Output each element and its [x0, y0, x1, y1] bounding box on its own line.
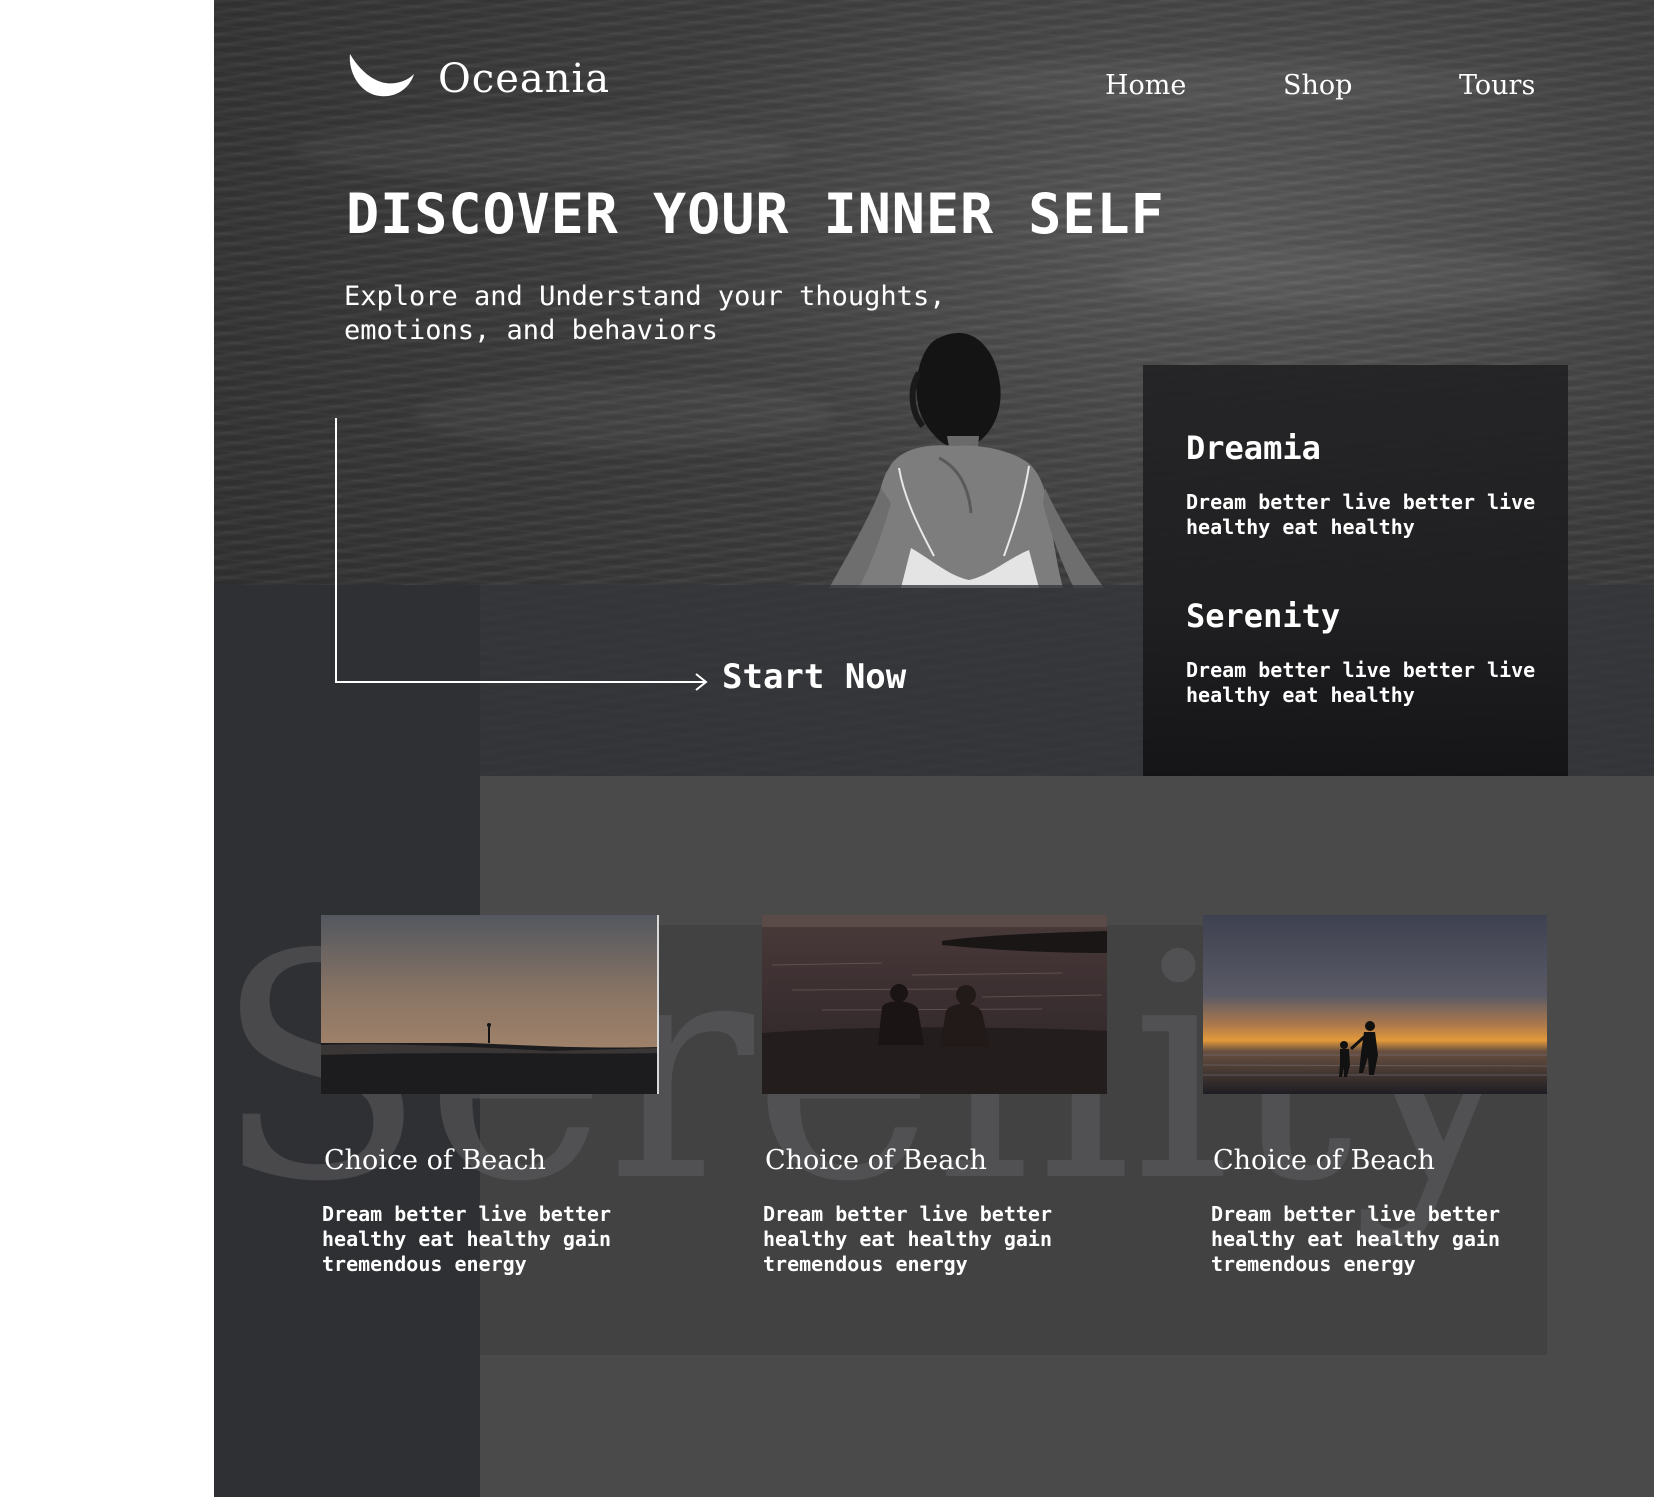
- wave-texture: [1114, 250, 1614, 310]
- nav-tours[interactable]: Tours: [1459, 70, 1535, 101]
- beach-card-image[interactable]: [762, 915, 1107, 1094]
- start-now-button[interactable]: Start Now: [722, 657, 906, 697]
- panel-item-title[interactable]: Dreamia: [1186, 429, 1321, 467]
- card-title[interactable]: Choice of Beach: [324, 1145, 546, 1176]
- beach-card-image[interactable]: [1203, 915, 1547, 1094]
- panel-item-title[interactable]: Serenity: [1186, 597, 1340, 635]
- hero-section: Oceania Home Shop Tours DISCOVER YOUR IN…: [214, 0, 1654, 776]
- beach-card-image[interactable]: [321, 915, 659, 1094]
- start-arrow-icon: [335, 418, 708, 691]
- card-text: Dream better live better healthy eat hea…: [763, 1202, 1052, 1276]
- panel-item-text: Dream better live better live healthy ea…: [1186, 490, 1536, 539]
- nav-shop[interactable]: Shop: [1283, 70, 1352, 101]
- card-text: Dream better live better healthy eat hea…: [1211, 1202, 1500, 1276]
- landing-page: Oceania Home Shop Tours DISCOVER YOUR IN…: [214, 0, 1654, 1497]
- card-title[interactable]: Choice of Beach: [1213, 1145, 1435, 1176]
- crescent-wave-icon: [349, 54, 414, 97]
- brand-name[interactable]: Oceania: [438, 56, 610, 102]
- nav-home[interactable]: Home: [1105, 70, 1186, 101]
- features-panel: Dreamia Dream better live better live he…: [1143, 365, 1568, 776]
- wave-texture: [294, 120, 794, 180]
- hero-subtitle: Explore and Understand your thoughts, em…: [344, 281, 946, 346]
- panel-item-text: Dream better live better live healthy ea…: [1186, 658, 1536, 707]
- card-text: Dream better live better healthy eat hea…: [322, 1202, 611, 1276]
- card-title[interactable]: Choice of Beach: [765, 1145, 987, 1176]
- hero-title: DISCOVER YOUR INNER SELF: [346, 182, 1165, 246]
- woman-silhouette-image: [829, 333, 1104, 588]
- wave-texture: [914, 60, 1514, 110]
